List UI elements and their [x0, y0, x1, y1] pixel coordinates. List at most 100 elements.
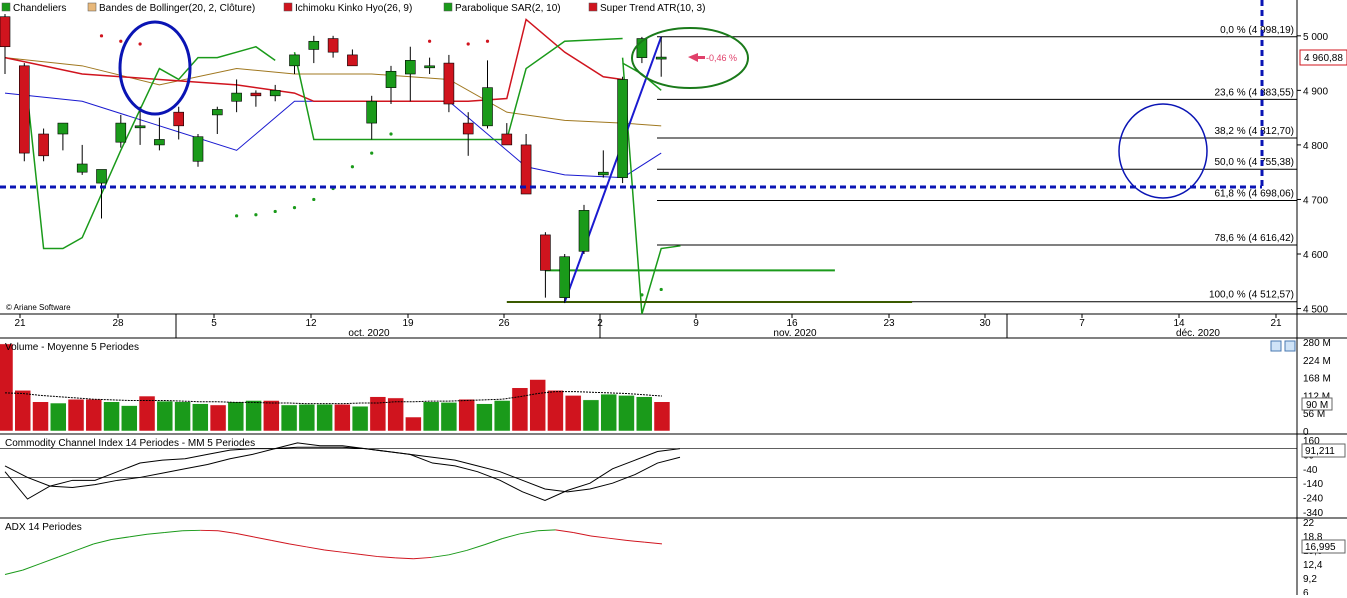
- x-tick-label: 9: [693, 318, 699, 329]
- volume-bar: [547, 390, 563, 431]
- volume-bar: [494, 400, 510, 431]
- sar-dot-red: [100, 34, 103, 37]
- legend-swatch: [589, 3, 597, 11]
- volume-panel-title: Volume - Moyenne 5 Periodes: [5, 342, 139, 353]
- volume-bar: [121, 406, 137, 431]
- adx-panel-title: ADX 14 Periodes: [5, 522, 82, 533]
- volume-bar: [583, 400, 599, 431]
- panel-minimize-button[interactable]: [1271, 341, 1281, 351]
- candle: [618, 79, 628, 177]
- legend-swatch: [88, 3, 96, 11]
- month-label: oct. 2020: [348, 328, 390, 339]
- sar-dot: [274, 210, 277, 213]
- legend-label: Bandes de Bollinger(20, 2, Clôture): [99, 3, 255, 14]
- volume-bar: [530, 380, 546, 431]
- sar-dot-red: [467, 42, 470, 45]
- fib-label-3: 50,0 % (4 755,38): [1215, 157, 1295, 168]
- volume-badge: 90 M: [1306, 400, 1328, 411]
- volume-bar: [654, 402, 670, 431]
- y-tick-label: 4 900: [1303, 86, 1328, 97]
- candle: [116, 123, 126, 142]
- volume-bar: [192, 404, 208, 431]
- sar-dot-red: [139, 42, 142, 45]
- fib-label-1: 23,6 % (4 883,55): [1215, 87, 1295, 98]
- fib-label-6: 100,0 % (4 512,57): [1209, 290, 1294, 301]
- candle: [502, 134, 512, 145]
- adx-badge: 16,995: [1305, 542, 1336, 553]
- legend-label: Parabolique SAR(2, 10): [455, 3, 561, 14]
- sar-dot: [312, 198, 315, 201]
- volume-bar: [281, 405, 297, 431]
- volume-y-label: 280 M: [1303, 338, 1331, 349]
- y-tick-label: 4 700: [1303, 195, 1328, 206]
- legend-label: Chandeliers: [13, 3, 66, 14]
- volume-bar: [370, 397, 386, 431]
- volume-bar: [68, 399, 84, 431]
- volume-bar: [104, 402, 120, 431]
- volume-bar: [476, 404, 492, 431]
- volume-bar: [157, 401, 173, 431]
- candle: [212, 109, 222, 114]
- adx-y-label: 6: [1303, 588, 1309, 595]
- adx-y-label: 9,2: [1303, 574, 1317, 585]
- candle: [540, 235, 550, 270]
- candle: [58, 123, 68, 134]
- volume-bar: [601, 394, 617, 431]
- candle: [77, 164, 87, 172]
- candle: [97, 169, 107, 183]
- cci-badge: 91,211: [1305, 446, 1335, 457]
- legend-label: Super Trend ATR(10, 3): [600, 3, 705, 14]
- volume-y-label: 224 M: [1303, 356, 1331, 367]
- cci-y-label: -140: [1303, 479, 1323, 490]
- candle: [444, 63, 454, 104]
- chart-frame: [0, 0, 1347, 595]
- y-tick-label: 4 600: [1303, 250, 1328, 261]
- adx-y-label: 22: [1303, 518, 1315, 529]
- volume-bar: [210, 405, 226, 431]
- candle: [386, 71, 396, 87]
- sar-dot-red: [486, 40, 489, 43]
- panel-maximize-button[interactable]: [1285, 341, 1295, 351]
- x-tick-label: 5: [211, 318, 217, 329]
- sar-dot-red: [428, 40, 431, 43]
- sar-dot: [640, 293, 643, 296]
- volume-bar: [334, 404, 350, 431]
- candle: [405, 60, 415, 74]
- y-tick-label: 5 000: [1303, 32, 1328, 43]
- candle: [193, 137, 203, 162]
- legend-label: Ichimoku Kinko Hyo(26, 9): [295, 3, 412, 14]
- volume-bar: [33, 402, 49, 431]
- candle: [425, 66, 435, 68]
- x-tick-label: 12: [305, 318, 317, 329]
- x-tick-label: 28: [112, 318, 124, 329]
- volume-bar: [15, 390, 31, 431]
- chart-canvas[interactable]: 0,0 % (4 998,19)23,6 % (4 883,55)38,2 % …: [0, 0, 1347, 595]
- candle: [270, 90, 280, 95]
- x-tick-label: 23: [883, 318, 895, 329]
- candle: [19, 66, 29, 153]
- x-tick-label: 21: [14, 318, 26, 329]
- candle: [39, 134, 49, 156]
- x-tick-label: 21: [1270, 318, 1282, 329]
- volume-bar: [636, 397, 652, 431]
- legend-swatch: [2, 3, 10, 11]
- fib-label-5: 78,6 % (4 616,42): [1215, 233, 1295, 244]
- volume-bar: [86, 399, 102, 431]
- candle: [347, 55, 357, 66]
- volume-bar: [405, 417, 421, 431]
- volume-bar: [512, 388, 528, 431]
- page-bg: [0, 0, 1347, 595]
- change-label: -0,46 %: [706, 53, 737, 63]
- volume-bar: [565, 395, 581, 431]
- sar-dot: [370, 151, 373, 154]
- volume-bar: [50, 403, 66, 431]
- fib-label-2: 38,2 % (4 812,70): [1215, 126, 1295, 137]
- sar-dot: [235, 214, 238, 217]
- fib-label-4: 61,8 % (4 698,06): [1215, 189, 1295, 200]
- volume-bar: [388, 398, 404, 431]
- y-tick-label: 4 800: [1303, 141, 1328, 152]
- sar-dot: [351, 165, 354, 168]
- sar-dot: [660, 288, 663, 291]
- volume-bar: [317, 404, 333, 431]
- volume-y-label: 168 M: [1303, 374, 1331, 385]
